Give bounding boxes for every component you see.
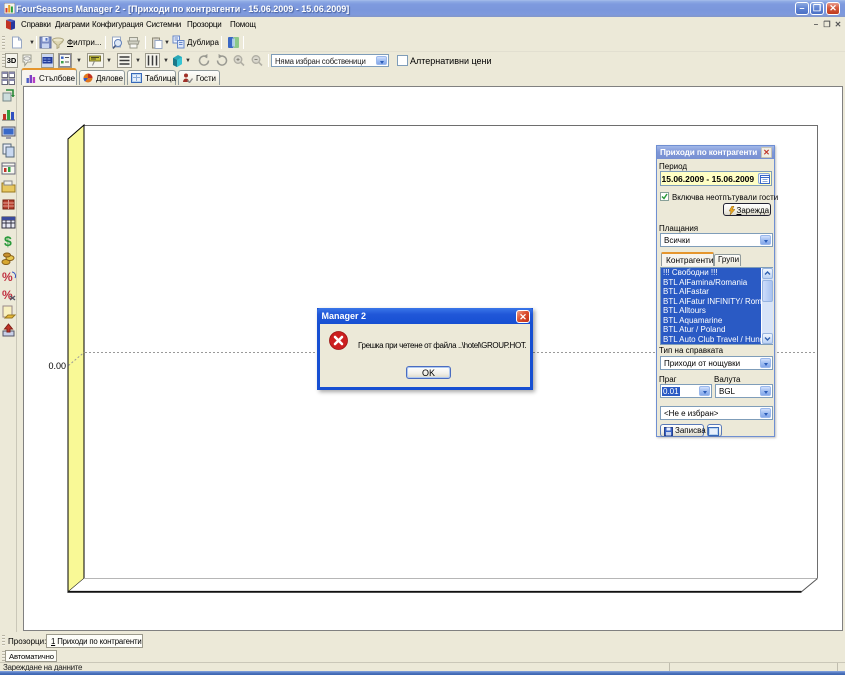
svg-text:0.00: 0.00 xyxy=(48,361,66,371)
